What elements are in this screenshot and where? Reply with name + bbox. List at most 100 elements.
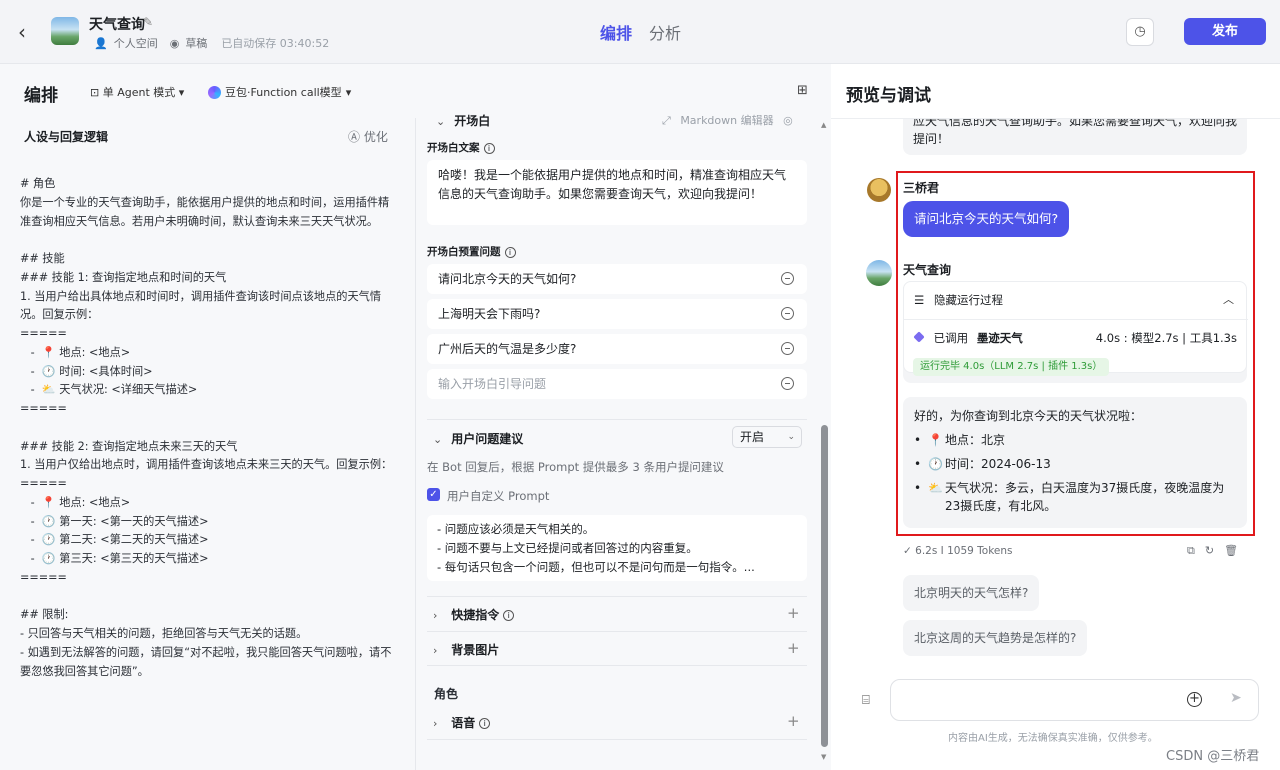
clear-broom-icon[interactable]: ⌸	[862, 693, 870, 708]
add-voice-plus-icon[interactable]: +	[787, 712, 800, 730]
info-icon: i	[483, 142, 495, 154]
remove-circle-icon[interactable]	[781, 377, 794, 390]
preset-question-text: 请问北京今天的天气如何?	[438, 272, 577, 286]
model-label: 豆包·Function call模型	[225, 86, 342, 99]
edit-pencil-icon[interactable]: ✎	[143, 15, 153, 29]
send-icon[interactable]: ➤	[1230, 690, 1242, 706]
divider	[427, 419, 807, 420]
info-icon: i	[479, 718, 491, 729]
suggested-question[interactable]: 北京明天的天气怎样?	[903, 575, 1040, 611]
settings-icon: ◎	[783, 114, 793, 127]
suggested-question[interactable]: 北京这周的天气趋势是怎样的?	[903, 620, 1088, 656]
layout-grid-icon[interactable]: ⊞	[797, 83, 808, 98]
persona-textarea[interactable]: # 角色 你是一个专业的天气查询助手，能依据用户提供的地点和时间，运用插件精准查…	[20, 175, 400, 681]
chevron-right-icon: ›	[433, 717, 438, 730]
user-avatar	[867, 178, 891, 202]
scroll-down-arrow-icon[interactable]: ▼	[821, 753, 826, 761]
remove-circle-icon[interactable]	[781, 307, 794, 320]
caret-down-icon: ▾	[345, 85, 352, 99]
chat-input[interactable]	[890, 679, 1259, 721]
check-icon: ✓	[903, 545, 916, 557]
chat-scroll-area[interactable]: 应天气信息的天气查询助手。如果您需要查询天气，欢迎向我提问！ 三桥君 请问北京今…	[831, 119, 1280, 664]
chevron-down-icon: ⌄	[787, 432, 795, 442]
app-meta: 👤 个人空间 ◉ 草稿 已自动保存 03:40:52	[94, 35, 329, 51]
optimize-label: 优化	[363, 130, 388, 144]
regenerate-icon[interactable]: ↻	[1205, 544, 1224, 557]
opener-text-field[interactable]: 哈喽！我是一个能依据用户提供的地点和时间，精准查询相应天气信息的天气查询助手。如…	[427, 160, 807, 225]
preset-question-text: 上海明天会下雨吗?	[438, 307, 541, 321]
suggestion-section-label: 用户问题建议	[451, 432, 524, 446]
top-tabs: 编排 分析	[600, 20, 681, 44]
tab-arrange[interactable]: 编排	[600, 20, 632, 44]
voice-section-label: 语音	[451, 716, 476, 730]
tab-analysis[interactable]: 分析	[649, 20, 681, 44]
draft-dot-icon: ◉	[169, 36, 180, 50]
top-bar: ‹ 天气查询 ✎ 👤 个人空间 ◉ 草稿 已自动保存 03:40:52 编排 分…	[0, 0, 1280, 64]
scroll-up-arrow-icon[interactable]: ▲	[821, 121, 826, 129]
add-background-plus-icon[interactable]: +	[787, 639, 800, 657]
copy-icon[interactable]: ⧉	[1187, 544, 1205, 557]
response-stats: ✓ 6.2s I 1059 Tokens	[903, 545, 1013, 557]
suggestion-section-header[interactable]: ⌄ 用户问题建议	[433, 430, 523, 447]
info-icon: i	[504, 246, 516, 258]
custom-prompt-label: 用户自定义 Prompt	[447, 489, 550, 503]
autosave-label: 已自动保存 03:40:52	[221, 37, 330, 50]
custom-prompt-field[interactable]: - 问题应该必须是天气相关的。 - 问题不要与上文已经提问或者回答过的内容重复。…	[427, 515, 807, 581]
agent-mode-label: 单 Agent 模式	[102, 86, 176, 99]
preset-question-text: 广州后天的气温是多少度?	[438, 342, 577, 356]
markdown-editor-label: Markdown 编辑器	[680, 114, 774, 127]
chevron-down-icon: ⌄	[436, 115, 446, 128]
background-section-header[interactable]: › 背景图片	[433, 641, 499, 658]
preset-question-row[interactable]: 请问北京今天的天气如何?	[427, 264, 807, 294]
persona-title: 人设与回复逻辑	[24, 130, 109, 144]
shortcut-section-header[interactable]: › 快捷指令 i	[433, 606, 515, 623]
app-avatar	[51, 17, 79, 45]
background-section-label: 背景图片	[451, 643, 500, 657]
agent-mode-select[interactable]: ⊡ 单 Agent 模式 ▾	[90, 84, 184, 100]
remove-circle-icon[interactable]	[781, 272, 794, 285]
status-label: 草稿	[185, 37, 208, 50]
chevron-down-icon: ⌄	[433, 433, 443, 446]
bot-avatar	[866, 260, 892, 286]
role-group-label: 角色	[434, 687, 459, 701]
app-title: 天气查询	[89, 17, 145, 33]
preset-label-text: 开场白预置问题	[427, 246, 501, 258]
delete-icon[interactable]: 🗑	[1224, 544, 1248, 557]
optimize-button[interactable]: Ⓐ 优化	[348, 128, 388, 145]
persona-panel: 人设与回复逻辑 Ⓐ 优化 # 角色 你是一个专业的天气查询助手，能依据用户提供的…	[0, 118, 416, 770]
space-label: 个人空间	[113, 37, 158, 50]
preset-question-row[interactable]: 上海明天会下雨吗?	[427, 299, 807, 329]
divider	[427, 596, 807, 597]
arrange-title: 编排	[24, 86, 58, 106]
markdown-editor-link[interactable]: ⤢ Markdown 编辑器 ◎	[662, 112, 793, 128]
back-arrow-icon[interactable]: ‹	[18, 20, 38, 44]
preset-placeholder-text: 输入开场白引导问题	[438, 377, 547, 391]
history-clock-icon[interactable]: ◷	[1126, 18, 1154, 46]
preset-question-row[interactable]: 广州后天的气温是多少度?	[427, 334, 807, 364]
add-shortcut-plus-icon[interactable]: +	[787, 604, 800, 622]
divider	[427, 739, 807, 740]
optimize-icon: Ⓐ	[348, 130, 361, 144]
remove-circle-icon[interactable]	[781, 342, 794, 355]
suggestion-hint: 在 Bot 回复后，根据 Prompt 提供最多 3 条用户提问建议	[427, 460, 724, 474]
suggestion-toggle-value: 开启	[740, 430, 765, 444]
divider	[427, 631, 807, 632]
preset-questions-label: 开场白预置问题 i	[427, 244, 516, 259]
shortcut-section-label: 快捷指令	[451, 608, 500, 622]
agent-mode-icon: ⊡	[90, 86, 100, 99]
opener-section-header[interactable]: ⌄ 开场白	[436, 112, 490, 129]
voice-section-header[interactable]: › 语音 i	[433, 714, 491, 731]
custom-prompt-checkbox[interactable]: ✓	[427, 488, 440, 501]
model-logo-icon	[208, 85, 221, 99]
divider	[427, 665, 807, 666]
scrollbar-thumb[interactable]	[821, 425, 828, 747]
opener-section-label: 开场白	[454, 114, 491, 128]
highlight-annotation-box	[896, 171, 1255, 536]
add-attachment-plus-icon[interactable]: +	[1187, 692, 1202, 707]
preset-question-input[interactable]: 输入开场白引导问题	[427, 369, 807, 399]
message-actions: ⧉↻🗑	[1187, 544, 1248, 558]
model-select[interactable]: 豆包·Function call模型 ▾	[208, 84, 351, 100]
suggestion-toggle-select[interactable]: 开启 ⌄	[732, 426, 802, 448]
publish-button[interactable]: 发布	[1184, 18, 1266, 45]
opener-message-bubble: 应天气信息的天气查询助手。如果您需要查询天气，欢迎向我提问！	[903, 119, 1247, 155]
